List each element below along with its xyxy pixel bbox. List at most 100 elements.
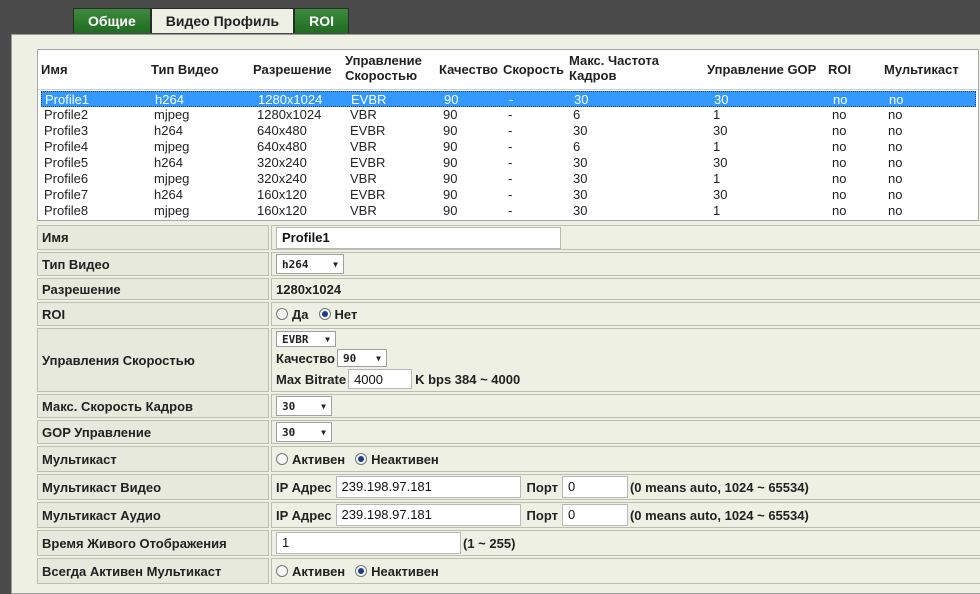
profile-cell: 320x240 <box>257 171 307 186</box>
mc-video-port-input[interactable]: 0 <box>561 476 628 498</box>
profile-cell: 90 <box>444 92 459 107</box>
profile-row[interactable]: Profile6 mjpeg 320x240 VBR 90 - 30 1 no no <box>41 171 976 187</box>
multicast-active-radio[interactable] <box>276 453 288 465</box>
quality-value: 90 <box>342 351 357 365</box>
roi-no-radio[interactable] <box>318 308 331 320</box>
profile-row[interactable]: Profile5 h264 320x240 EVBR 90 - 30 30 no no <box>41 155 976 171</box>
profile-row[interactable]: Profile4 mjpeg 640x480 VBR 90 - 6 1 no no <box>41 139 976 155</box>
name-input[interactable]: Profile1 <box>276 226 561 249</box>
always-mc-inactive-radio[interactable] <box>355 565 368 577</box>
profile-cell: no <box>888 203 903 218</box>
tab-general[interactable]: Общие <box>73 8 151 33</box>
col-quality: Качество <box>439 62 498 77</box>
profile-cell: EVBR <box>350 123 386 138</box>
always-multicast-label: Всегда Активен Мультикаст <box>37 558 269 584</box>
profile-cell: h264 <box>154 155 183 170</box>
profile-cell: 1 <box>713 107 721 122</box>
row-max-fps: Макс. Скорость Кадров 30 ▼ <box>37 394 980 418</box>
chevron-down-icon: ▼ <box>325 334 330 344</box>
always-mc-active-option[interactable]: Активен <box>276 564 345 579</box>
roi-yes-option[interactable]: Да <box>276 307 309 322</box>
col-rate-control-line2: Скоростью <box>345 68 418 83</box>
profile-cell: no <box>832 171 847 186</box>
max-bitrate-label: Max Bitrate <box>276 371 347 387</box>
col-video-type: Тип Видео <box>151 62 219 77</box>
mc-video-ip-input[interactable]: 239.198.97.181 <box>335 476 521 498</box>
profile-settings-form: Имя Profile1 Тип Видео h264 ▼ Разрешение… <box>37 225 980 586</box>
profile-cell: no <box>832 187 847 202</box>
profile-cell: 1 <box>713 139 721 154</box>
chevron-down-icon: ▼ <box>333 259 338 269</box>
roi-yes-label: Да <box>292 306 309 322</box>
profile-row[interactable]: Profile3 h264 640x480 EVBR 90 - 30 30 no no <box>41 123 976 139</box>
tab-roi[interactable]: ROI <box>294 8 349 33</box>
live-time-input[interactable]: 1 <box>276 532 461 554</box>
profile-cell: no <box>832 107 847 122</box>
col-speed: Скорость <box>503 62 564 77</box>
profile-cell: 1 <box>713 171 721 186</box>
multicast-inactive-option[interactable]: Неактивен <box>355 452 439 467</box>
profile-row[interactable]: Profile2 mjpeg 1280x1024 VBR 90 - 6 1 no no <box>41 107 976 123</box>
multicast-active-option[interactable]: Активен <box>276 452 345 467</box>
roi-no-option[interactable]: Нет <box>318 307 357 322</box>
profile-row[interactable]: Profile8 mjpeg 160x120 VBR 90 - 30 1 no no <box>41 203 976 219</box>
profile-cell: no <box>832 139 847 154</box>
profile-cell: 30 <box>573 203 588 218</box>
profile-cell: 90 <box>443 107 458 122</box>
roi-label: ROI <box>37 302 269 326</box>
mc-video-port-label: Порт <box>526 479 558 495</box>
row-rate-control: Управления Скоростью EVBR ▼ Качество 90 … <box>37 328 980 392</box>
profile-cell: 160x120 <box>257 187 307 202</box>
live-time-hint: (1 ~ 255) <box>463 535 516 551</box>
profile-cell: - <box>508 171 513 186</box>
quality-select[interactable]: 90 ▼ <box>336 349 387 367</box>
profile-cell: 90 <box>443 123 458 138</box>
video-type-select[interactable]: h264 ▼ <box>276 254 344 274</box>
mc-audio-port-input[interactable]: 0 <box>561 504 628 526</box>
profile-cell: 320x240 <box>257 155 307 170</box>
rate-control-label: Управления Скоростью <box>37 328 269 392</box>
profile-cell: 90 <box>443 203 458 218</box>
profile-cell: no <box>832 155 847 170</box>
profile-cell: 6 <box>573 107 581 122</box>
profile-cell: - <box>509 92 514 107</box>
always-mc-inactive-option[interactable]: Неактивен <box>355 564 439 579</box>
profile-cell: h264 <box>155 92 184 107</box>
profile-cell: 30 <box>714 92 729 107</box>
max-fps-select[interactable]: 30 ▼ <box>276 396 332 416</box>
profile-cell: 90 <box>443 139 458 154</box>
col-rate-control-line1: Управление <box>345 53 422 68</box>
rate-mode-select[interactable]: EVBR ▼ <box>276 331 336 347</box>
mc-audio-ip-input[interactable]: 239.198.97.181 <box>335 504 521 526</box>
profile-cell: 1280x1024 <box>258 92 323 107</box>
profile-row[interactable]: Profile1 h264 1280x1024 EVBR 90 - 30 30 no no <box>41 91 976 107</box>
profile-list[interactable]: Имя Тип Видео Разрешение Управление Скор… <box>37 49 979 221</box>
multicast-audio-label: Мультикаст Аудио <box>37 502 269 528</box>
roi-yes-radio[interactable] <box>276 308 288 320</box>
always-mc-active-radio[interactable] <box>276 565 288 577</box>
col-max-fps-line2: Кадров <box>569 68 617 83</box>
profile-cell: Profile1 <box>45 92 90 107</box>
col-max-fps-line1: Макс. Частота <box>569 53 660 68</box>
max-bitrate-input[interactable]: 4000 <box>348 369 413 389</box>
mc-video-port-hint: (0 means auto, 1024 ~ 65534) <box>629 479 809 495</box>
profile-cell: no <box>888 107 903 122</box>
col-roi: ROI <box>828 62 852 77</box>
row-gop: GOP Управление 30 ▼ <box>37 420 980 444</box>
resolution-value: 1280x1024 <box>276 281 342 297</box>
tab-video-profile[interactable]: Видео Профиль <box>150 8 295 33</box>
row-multicast-audio: Мультикаст Аудио IP Адрес 239.198.97.181… <box>37 502 980 528</box>
col-multicast: Мультикаст <box>884 62 959 77</box>
profile-cell: - <box>508 203 513 218</box>
mc-audio-ip-label: IP Адрес <box>276 507 332 523</box>
profile-cell: 30 <box>574 92 589 107</box>
row-always-multicast: Всегда Активен Мультикаст Активен Неакти… <box>37 558 980 584</box>
profile-cell: - <box>508 155 513 170</box>
profile-cell: - <box>508 123 513 138</box>
gop-select[interactable]: 30 ▼ <box>276 422 332 442</box>
col-resolution: Разрешение <box>253 62 332 77</box>
profile-cell: 30 <box>573 171 588 186</box>
multicast-inactive-radio[interactable] <box>355 453 368 465</box>
profile-row[interactable]: Profile7 h264 160x120 EVBR 90 - 30 30 no no <box>41 187 976 203</box>
always-mc-inactive-label: Неактивен <box>371 563 439 579</box>
